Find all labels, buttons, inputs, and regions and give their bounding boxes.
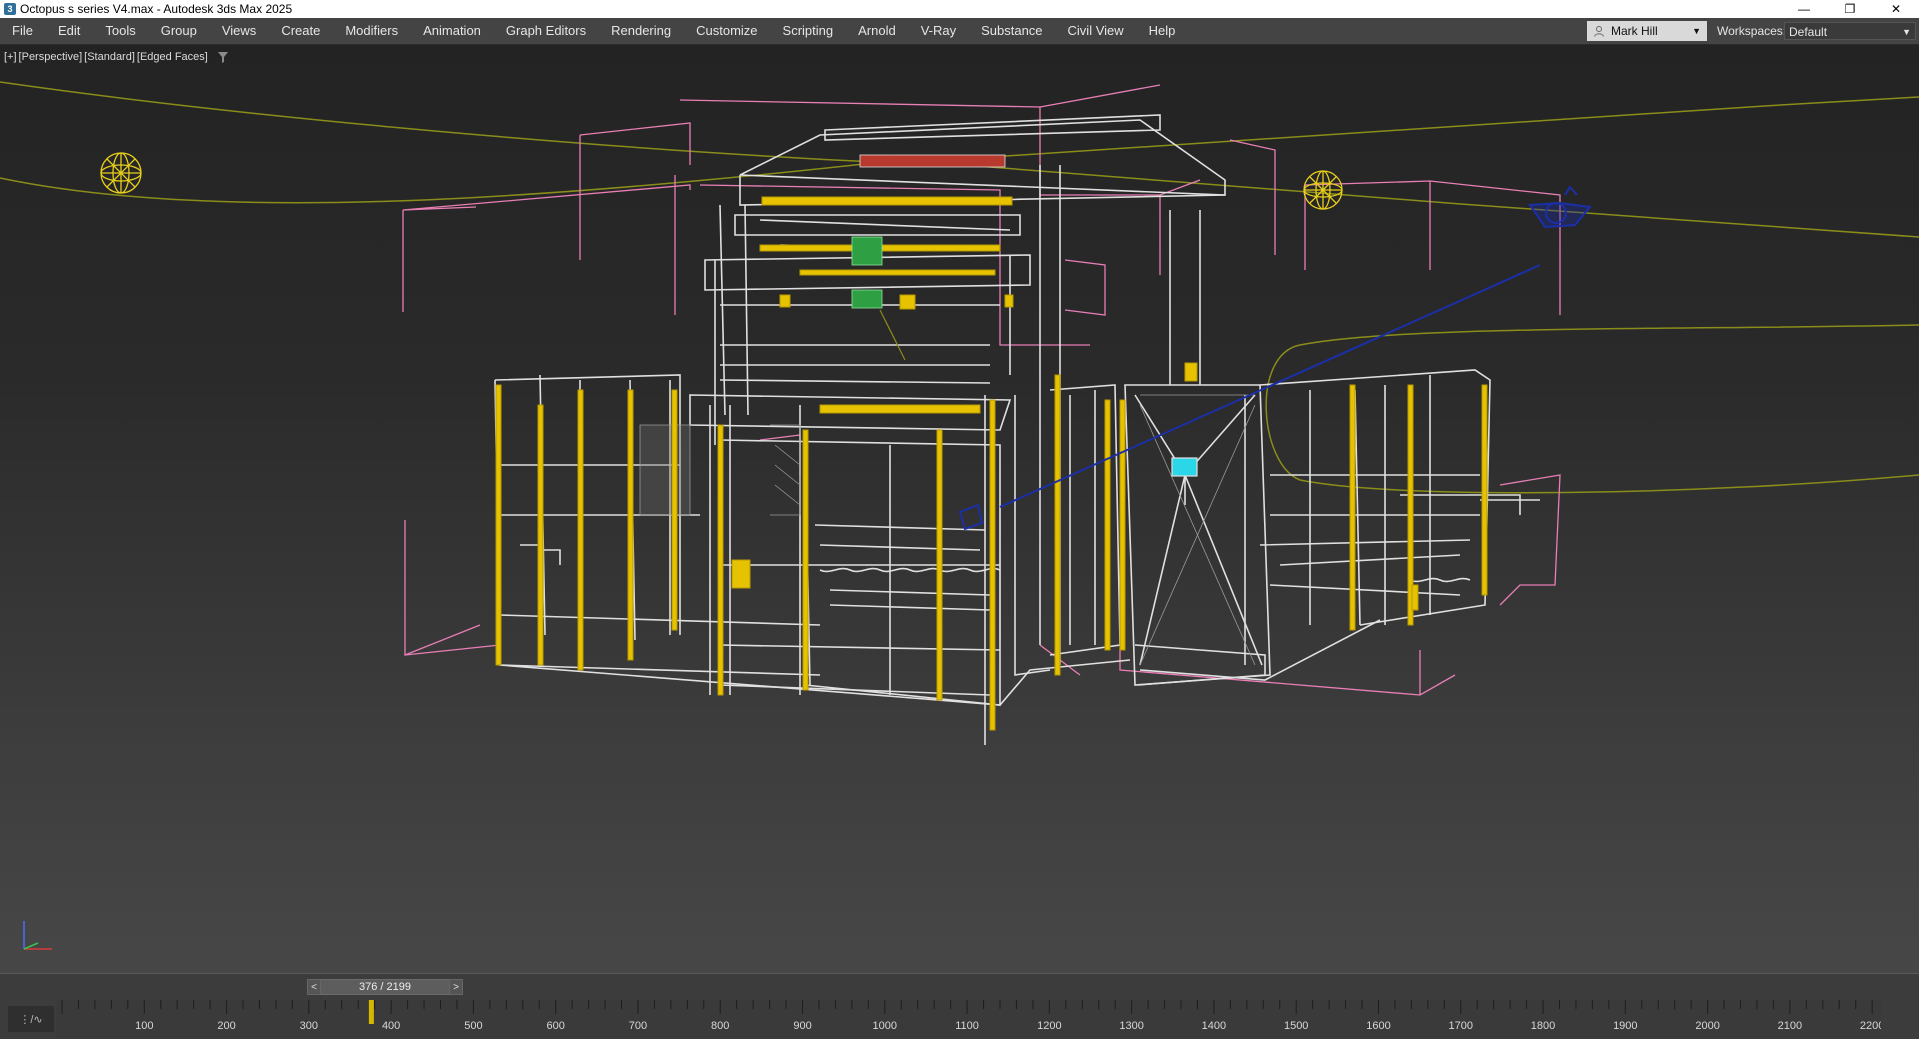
menu-help[interactable]: Help xyxy=(1137,18,1189,44)
next-frame-button[interactable]: > xyxy=(449,979,463,995)
timeline-tick-label: 1200 xyxy=(1037,1020,1061,1032)
menu-scripting[interactable]: Scripting xyxy=(771,18,847,44)
timeline-tick-label: 2100 xyxy=(1778,1020,1802,1032)
menu-modifiers[interactable]: Modifiers xyxy=(333,18,411,44)
viewport-menu-plus[interactable]: [+] xyxy=(4,51,17,63)
close-button[interactable]: ✕ xyxy=(1873,0,1919,18)
title-bar: 3 Octopus s series V4.max - Autodesk 3ds… xyxy=(0,0,1919,18)
chevron-down-icon: ▼ xyxy=(1692,26,1701,36)
mesh-detail xyxy=(639,394,1256,666)
curve-editor-toggle[interactable]: ⋮/∿ xyxy=(8,1006,54,1032)
timeline-tick-label: 700 xyxy=(629,1020,647,1032)
timeline-tick-label: 1600 xyxy=(1366,1020,1390,1032)
timeline-tick-label: 900 xyxy=(793,1020,811,1032)
camera-target-line xyxy=(999,264,1541,508)
time-playhead[interactable] xyxy=(368,1000,374,1024)
path-lower xyxy=(1265,324,1919,494)
timeline-tick-label: 200 xyxy=(217,1020,235,1032)
viewport-menu-shading[interactable]: [Edged Faces] xyxy=(137,51,208,63)
chevron-down-icon: ▼ xyxy=(1902,27,1911,37)
menu-bar: File Edit Tools Group Views Create Modif… xyxy=(0,18,1919,45)
menu-graph-editors[interactable]: Graph Editors xyxy=(494,18,599,44)
timeline-tick-label: 100 xyxy=(135,1020,153,1032)
menu-tools[interactable]: Tools xyxy=(93,18,148,44)
menu-rendering[interactable]: Rendering xyxy=(599,18,684,44)
timeline-panel: < 376 / 2199 > ⋮/∿ 100 200 300 400 500 600 700… xyxy=(0,973,1919,1039)
frame-counter[interactable]: 376 / 2199 xyxy=(321,979,449,995)
workspace-select[interactable]: Default ▼ xyxy=(1784,22,1916,40)
omni-light-icon xyxy=(1303,170,1343,210)
timeline-tick-label: 500 xyxy=(464,1020,482,1032)
timeline-track[interactable]: 100 200 300 400 500 600 700 800 900 1000 1100 1200 1… xyxy=(56,1000,1881,1038)
timeline-tick-label: 300 xyxy=(300,1020,318,1032)
viewport-menu-perspective[interactable]: [Perspective] xyxy=(19,51,83,63)
user-account-dropdown[interactable]: Mark Hill ▼ xyxy=(1587,21,1707,41)
menu-group[interactable]: Group xyxy=(149,18,210,44)
viewport-menu-standard[interactable]: [Standard] xyxy=(84,51,135,63)
timeline-tick-label: 1700 xyxy=(1449,1020,1473,1032)
time-slider[interactable]: < 376 / 2199 > xyxy=(307,978,463,996)
menu-civil-view[interactable]: Civil View xyxy=(1056,18,1137,44)
workspace-value: Default xyxy=(1789,25,1828,39)
path-upper xyxy=(0,81,1919,164)
scene-wireframe[interactable] xyxy=(0,45,1919,973)
viewport-label: [+] [Perspective] [Standard] [Edged Face… xyxy=(4,51,228,63)
menu-create[interactable]: Create xyxy=(269,18,333,44)
timeline-tick-label: 1400 xyxy=(1202,1020,1226,1032)
timeline-tick-label: 2200 xyxy=(1860,1020,1881,1032)
axis-gizmo-icon xyxy=(23,921,52,950)
timeline-tick-label: 1800 xyxy=(1531,1020,1555,1032)
window-controls: — ❐ ✕ xyxy=(1781,0,1919,18)
menu-file[interactable]: File xyxy=(0,18,46,44)
timeline-tick-label: 2000 xyxy=(1695,1020,1719,1032)
octopus-sign xyxy=(859,154,1006,168)
prev-frame-button[interactable]: < xyxy=(307,979,321,995)
timeline-tick-label: 400 xyxy=(382,1020,400,1032)
app-window: 3 Octopus s series V4.max - Autodesk 3ds… xyxy=(0,0,1919,1039)
app-icon: 3 xyxy=(4,3,16,15)
menu-views[interactable]: Views xyxy=(210,18,269,44)
perspective-viewport[interactable]: [+] [Perspective] [Standard] [Edged Face… xyxy=(0,45,1919,973)
menu-substance[interactable]: Substance xyxy=(969,18,1055,44)
omni-light-icon xyxy=(100,152,142,194)
filter-icon[interactable] xyxy=(217,51,228,63)
restore-button[interactable]: ❐ xyxy=(1827,0,1873,18)
user-icon xyxy=(1594,26,1604,37)
timeline-tick-label: 1100 xyxy=(955,1020,979,1032)
timeline-tick-label: 1000 xyxy=(873,1020,897,1032)
menu-animation[interactable]: Animation xyxy=(411,18,494,44)
timeline-tick-label: 800 xyxy=(711,1020,729,1032)
timeline-tick-label: 1500 xyxy=(1284,1020,1308,1032)
workspaces-label: Workspaces: xyxy=(1717,24,1787,38)
window-title: Octopus s series V4.max - Autodesk 3ds M… xyxy=(20,2,293,16)
menu-customize[interactable]: Customize xyxy=(684,18,770,44)
menu-vray[interactable]: V-Ray xyxy=(909,18,969,44)
hmi-screen xyxy=(1171,457,1198,477)
timeline-tick-label: 1900 xyxy=(1613,1020,1637,1032)
timeline-tick-label: 1300 xyxy=(1119,1020,1143,1032)
timeline-tick-label: 600 xyxy=(547,1020,565,1032)
user-name: Mark Hill xyxy=(1611,24,1658,38)
green-component xyxy=(851,236,906,361)
minimize-button[interactable]: — xyxy=(1781,0,1827,18)
bounding-boxes xyxy=(402,84,1561,696)
menu-arnold[interactable]: Arnold xyxy=(846,18,909,44)
menu-edit[interactable]: Edit xyxy=(46,18,93,44)
motion-paths xyxy=(0,81,1919,494)
